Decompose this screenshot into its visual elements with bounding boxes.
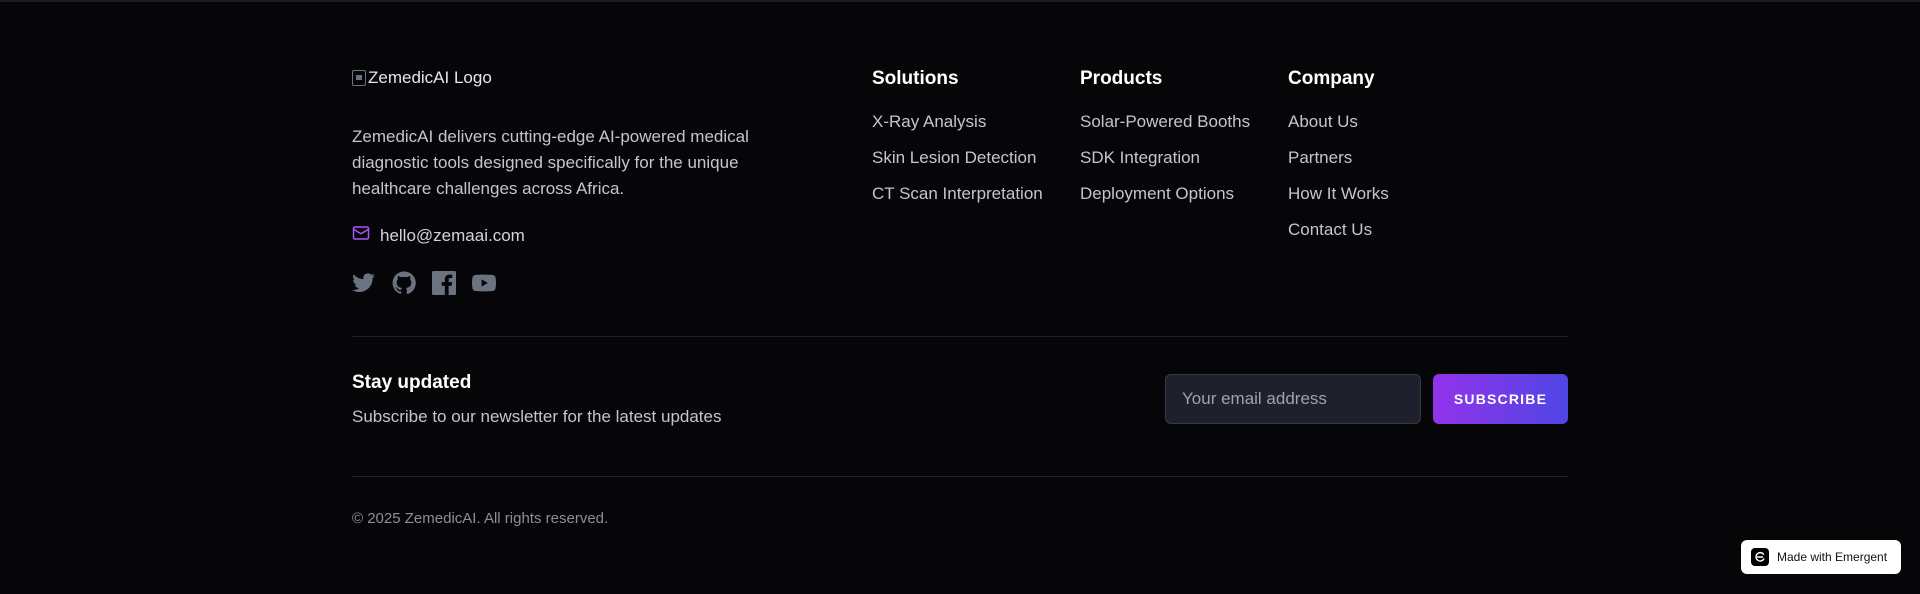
company-heading: Company	[1288, 68, 1375, 89]
twitter-icon[interactable]	[352, 271, 376, 300]
link-x-ray-analysis[interactable]: X-Ray Analysis	[872, 111, 1043, 147]
facebook-icon[interactable]	[432, 271, 456, 300]
products-column: Products Solar-Powered Booths SDK Integr…	[1080, 68, 1250, 219]
company-column: Company About Us Partners How It Works C…	[1288, 68, 1389, 255]
made-with-emergent-badge[interactable]: Made with Emergent	[1741, 540, 1901, 574]
logo[interactable]: ZemedicAI Logo	[352, 66, 812, 90]
link-deployment-options[interactable]: Deployment Options	[1080, 183, 1250, 219]
youtube-icon[interactable]	[471, 271, 497, 300]
mail-icon	[352, 224, 370, 247]
badge-label: Made with Emergent	[1777, 550, 1888, 564]
site-footer: ZemedicAI Logo ZemedicAI delivers cuttin…	[352, 0, 1568, 594]
link-solar-powered-booths[interactable]: Solar-Powered Booths	[1080, 111, 1250, 147]
logo-alt-text: ZemedicAI Logo	[368, 68, 492, 87]
broken-image-icon	[352, 70, 366, 86]
brand-section: ZemedicAI Logo ZemedicAI delivers cuttin…	[352, 66, 812, 300]
brand-description: ZemedicAI delivers cutting-edge AI-power…	[352, 127, 749, 198]
link-partners[interactable]: Partners	[1288, 147, 1389, 183]
solutions-column: Solutions X-Ray Analysis Skin Lesion Det…	[872, 68, 1043, 219]
solutions-heading: Solutions	[872, 68, 959, 89]
copyright-text: © 2025 ZemedicAI. All rights reserved.	[352, 510, 609, 527]
link-ct-scan-interpretation[interactable]: CT Scan Interpretation	[872, 183, 1043, 219]
social-links	[352, 271, 812, 300]
divider	[352, 336, 1568, 337]
link-contact-us[interactable]: Contact Us	[1288, 219, 1389, 255]
link-sdk-integration[interactable]: SDK Integration	[1080, 147, 1250, 183]
newsletter-title: Stay updated	[352, 372, 472, 393]
newsletter-email-input[interactable]	[1165, 374, 1421, 424]
link-how-it-works[interactable]: How It Works	[1288, 183, 1389, 219]
email-contact[interactable]: hello@zemaai.com	[352, 224, 812, 247]
emergent-logo-icon	[1751, 548, 1769, 566]
divider	[352, 476, 1568, 477]
link-skin-lesion-detection[interactable]: Skin Lesion Detection	[872, 147, 1043, 183]
email-link[interactable]: hello@zemaai.com	[380, 226, 525, 246]
subscribe-button[interactable]: SUBSCRIBE	[1433, 374, 1568, 424]
newsletter-subtitle: Subscribe to our newsletter for the late…	[352, 407, 722, 426]
github-icon[interactable]	[392, 271, 416, 300]
products-heading: Products	[1080, 68, 1163, 89]
link-about-us[interactable]: About Us	[1288, 111, 1389, 147]
